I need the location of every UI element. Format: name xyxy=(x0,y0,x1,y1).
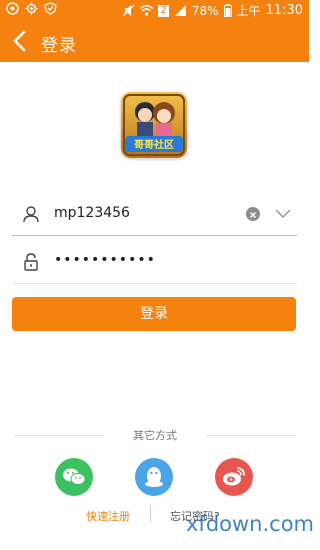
clock: 11:30 xyxy=(265,3,303,18)
other-methods-divider: 其它方式 xyxy=(14,427,296,445)
weibo-login-button[interactable] xyxy=(215,458,253,496)
logo-text: 哥哥社区 xyxy=(134,138,174,151)
page-title: 登录 xyxy=(41,36,77,56)
app-logo: 哥哥社区 xyxy=(121,92,187,158)
password-input[interactable]: ••••••••••• xyxy=(54,252,156,268)
username-field[interactable]: mp123456 xyxy=(12,195,297,236)
wifi-icon xyxy=(140,5,154,16)
back-arrow-icon[interactable] xyxy=(10,29,32,53)
weibo-icon xyxy=(223,467,245,486)
password-field[interactable]: ••••••••••• xyxy=(12,243,297,284)
battery-icon xyxy=(223,4,232,17)
battery-percent: 78% xyxy=(191,3,219,18)
app-notification-icon xyxy=(6,2,19,15)
wechat-login-button[interactable] xyxy=(55,458,93,496)
user-icon xyxy=(23,206,39,223)
shield-notification-icon xyxy=(44,2,57,15)
status-bar: 2 78% 上午 11:30 xyxy=(0,0,309,20)
quick-register-link[interactable]: 快速注册 xyxy=(86,508,130,524)
username-input[interactable]: mp123456 xyxy=(54,205,130,221)
qq-penguin-icon xyxy=(145,467,163,487)
chevron-down-icon[interactable] xyxy=(274,208,292,220)
time-period: 上午 xyxy=(236,4,261,18)
qq-login-button[interactable] xyxy=(135,458,173,496)
clear-icon[interactable] xyxy=(246,207,260,221)
link-separator xyxy=(150,506,151,522)
gps-icon xyxy=(25,2,38,15)
wechat-icon xyxy=(63,468,86,485)
sim-badge: 2 xyxy=(158,4,169,17)
other-methods-label: 其它方式 xyxy=(133,429,177,442)
title-bar: 登录 xyxy=(0,20,309,62)
lock-icon xyxy=(24,253,38,271)
mute-icon xyxy=(123,4,135,17)
login-button[interactable]: 登录 xyxy=(12,297,296,331)
signal-icon xyxy=(174,5,186,16)
watermark: xfdown.com xyxy=(186,512,315,536)
